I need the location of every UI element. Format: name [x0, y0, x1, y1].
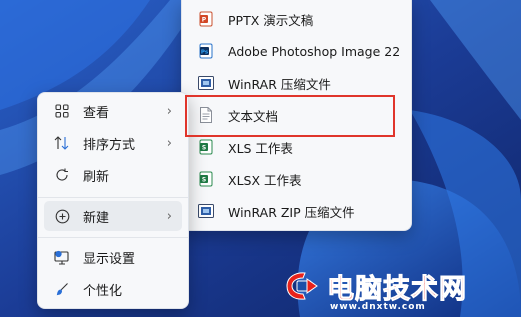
new-menu-item[interactable]: 新建 › — [44, 201, 182, 231]
new-winrar-zip-label: WinRAR ZIP 压缩文件 — [228, 204, 355, 220]
chevron-right-icon: › — [166, 135, 172, 151]
new-pptx-item[interactable]: P PPTX 演示文稿 — [188, 4, 405, 34]
view-label: 查看 — [83, 105, 110, 121]
brush-icon — [53, 280, 71, 298]
menu-separator — [38, 237, 188, 238]
photoshop-icon: Ps — [198, 42, 214, 60]
new-winrar-item[interactable]: WinRAR 压缩文件 — [188, 68, 405, 98]
new-photoshop-label: Adobe Photoshop Image 22 — [228, 43, 401, 59]
new-xlsx-label: XLSX 工作表 — [228, 172, 302, 188]
new-winrar-label: WinRAR 压缩文件 — [228, 76, 331, 92]
watermark-logo-icon — [286, 272, 318, 300]
display-settings-icon — [53, 248, 71, 266]
refresh-icon — [53, 166, 71, 184]
svg-text:S: S — [202, 177, 206, 184]
menu-separator — [38, 197, 188, 198]
new-label: 新建 — [83, 210, 110, 226]
display-settings-menu-item[interactable]: 显示设置 — [44, 242, 182, 272]
chevron-right-icon: › — [166, 208, 172, 224]
add-circle-icon — [53, 207, 71, 225]
new-pptx-label: PPTX 演示文稿 — [228, 12, 314, 28]
new-winrar-zip-item[interactable]: WinRAR ZIP 压缩文件 — [188, 196, 405, 226]
refresh-menu-item[interactable]: 刷新 — [44, 160, 182, 190]
view-menu-item[interactable]: 查看 › — [44, 96, 182, 126]
xls-icon: S — [198, 138, 214, 156]
site-watermark: 电脑技术网 — [283, 266, 467, 306]
winrar-icon — [198, 74, 214, 92]
sort-label: 排序方式 — [83, 137, 136, 153]
desktop-context-menu: 查看 › 排序方式 › 刷新 新建 › 显示设置 个性化 — [37, 92, 189, 309]
svg-text:Ps: Ps — [201, 49, 209, 55]
refresh-label: 刷新 — [83, 169, 110, 185]
winrar-zip-icon — [198, 202, 214, 220]
personalize-menu-item[interactable]: 个性化 — [44, 274, 182, 304]
watermark-text: 电脑技术网 — [327, 273, 467, 305]
display-settings-label: 显示设置 — [83, 251, 136, 267]
chevron-right-icon: › — [166, 103, 172, 119]
grid-icon — [53, 102, 71, 120]
sort-menu-item[interactable]: 排序方式 › — [44, 128, 182, 158]
svg-text:P: P — [202, 17, 207, 24]
new-xls-label: XLS 工作表 — [228, 140, 293, 156]
watermark-url: www.dnxtw.com — [330, 302, 426, 312]
personalize-label: 个性化 — [83, 283, 123, 299]
new-photoshop-item[interactable]: Ps Adobe Photoshop Image 22 — [188, 36, 405, 66]
highlight-annotation-box — [185, 95, 395, 137]
sort-icon — [53, 134, 71, 152]
pptx-icon: P — [198, 10, 214, 28]
xlsx-icon: S — [198, 170, 214, 188]
new-xlsx-item[interactable]: S XLSX 工作表 — [188, 164, 405, 194]
svg-text:S: S — [202, 145, 206, 152]
